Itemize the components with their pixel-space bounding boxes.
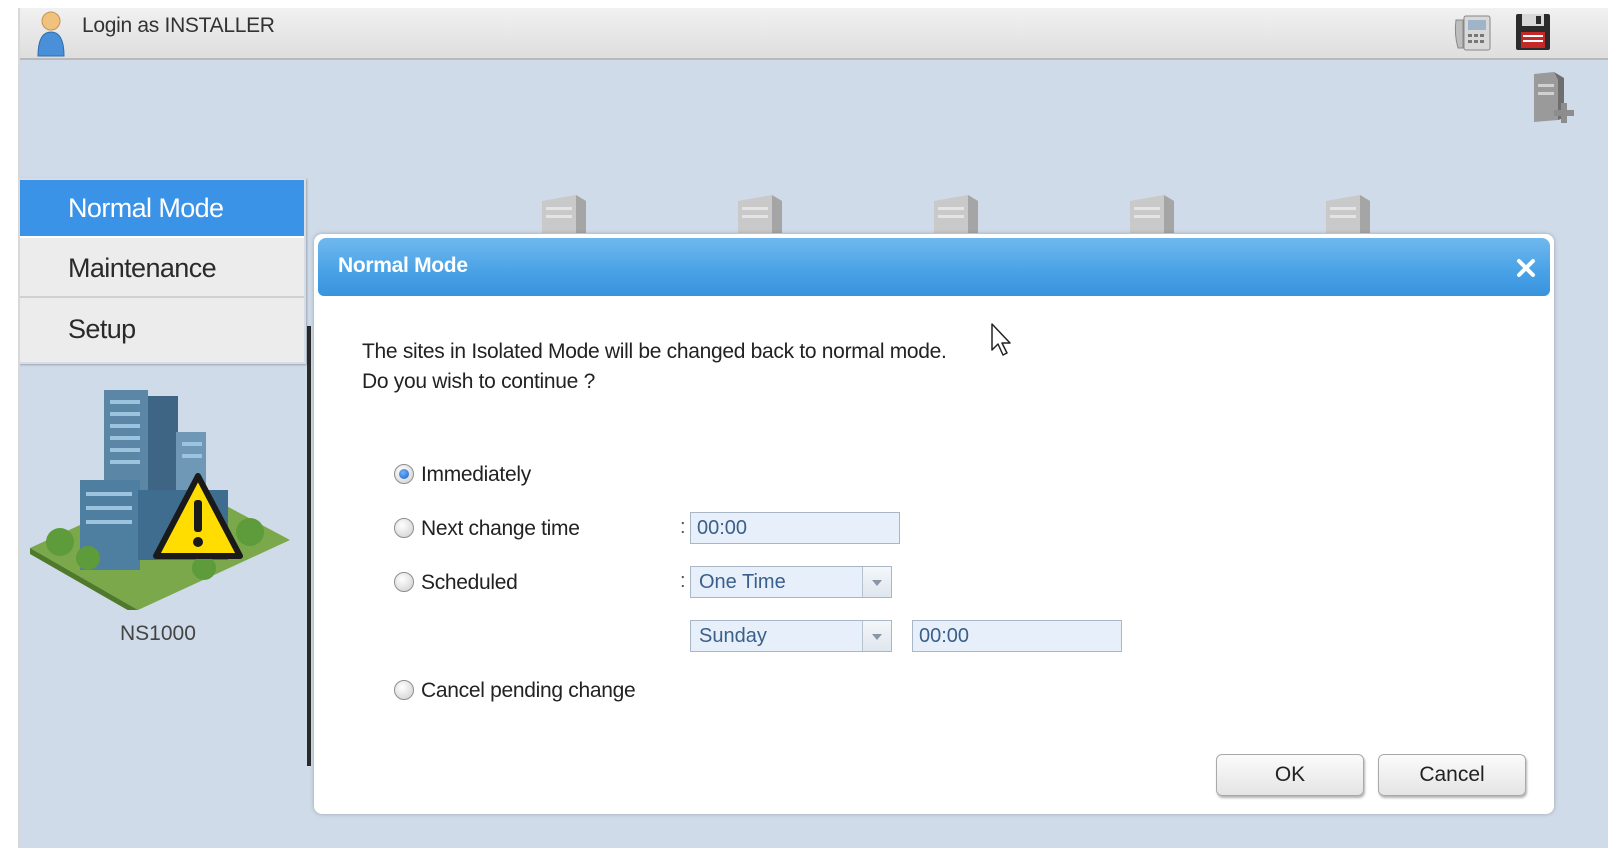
site-name-label: NS1000 [120,622,196,645]
label-scheduled: Scheduled [421,571,518,594]
schedule-day-value: Sunday [699,625,767,647]
label-next-change-time: Next change time [421,517,580,540]
mode-menu: Normal Mode Maintenance Setup [20,178,306,364]
radio-next-change-time[interactable] [394,518,414,538]
login-status: Login as INSTALLER [82,14,275,37]
user-icon [37,11,65,57]
menu-item-maintenance[interactable]: Maintenance [20,240,304,298]
dialog-message-line2: Do you wish to continue ? [362,370,595,393]
divider [307,326,311,766]
menu-item-normal-mode[interactable]: Normal Mode [20,180,304,238]
next-change-time-input[interactable]: 00:00 [690,512,900,544]
phone-icon[interactable] [1452,12,1496,54]
label-immediately: Immediately [421,463,531,486]
schedule-frequency-select[interactable]: One Time [690,566,892,598]
site-server-icon [738,195,782,233]
dialog-header: Normal Mode [318,238,1550,296]
top-bar: Login as INSTALLER [20,8,1608,60]
radio-scheduled[interactable] [394,572,414,592]
radio-cancel-pending-change[interactable] [394,680,414,700]
colon-separator: : [680,570,686,592]
site-server-icon [1130,195,1174,233]
dialog-message-line1: The sites in Isolated Mode will be chang… [362,340,947,363]
ok-button[interactable]: OK [1216,754,1364,796]
site-building-warning-icon[interactable] [28,370,292,610]
site-server-icon [934,195,978,233]
site-server-icon [542,195,586,233]
chevron-down-icon[interactable] [862,621,891,651]
save-icon[interactable] [1514,12,1552,52]
mouse-cursor-icon [991,323,1011,356]
radio-immediately[interactable] [394,464,414,484]
normal-mode-dialog: Normal Mode The sites in Isolated Mode w… [314,234,1554,814]
colon-separator: : [680,516,686,538]
label-cancel-pending-change: Cancel pending change [421,679,636,702]
app-window: Login as INSTALLER NS1000 Normal Mode Ma… [18,8,1608,848]
menu-item-setup[interactable]: Setup [20,300,304,358]
add-server-icon[interactable] [1524,70,1576,132]
schedule-day-select[interactable]: Sunday [690,620,892,652]
schedule-frequency-value: One Time [699,571,786,593]
schedule-time-input[interactable]: 00:00 [912,620,1122,652]
close-icon[interactable] [1514,256,1538,280]
dialog-title: Normal Mode [338,254,468,277]
chevron-down-icon[interactable] [862,567,891,597]
site-server-icon [1326,195,1370,233]
page-margin [0,0,18,867]
cancel-button[interactable]: Cancel [1378,754,1526,796]
